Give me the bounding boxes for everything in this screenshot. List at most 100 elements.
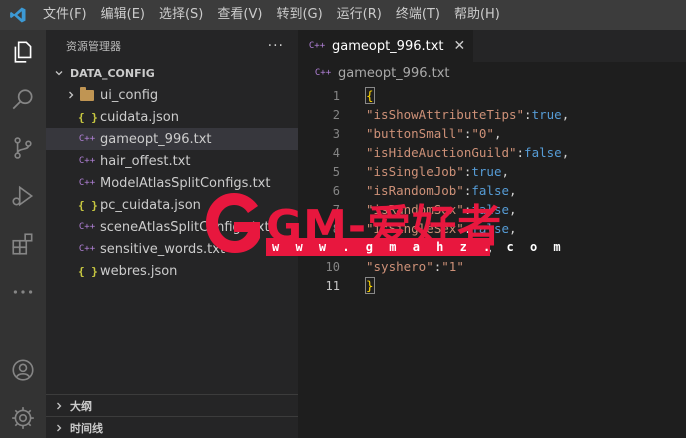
line-number: 1: [332, 88, 340, 103]
code-line[interactable]: 11}: [298, 276, 686, 295]
timeline-section[interactable]: 时间线: [46, 416, 298, 438]
menu-item[interactable]: 终端(T): [389, 0, 447, 30]
search-icon[interactable]: [0, 78, 46, 122]
code-token: ,: [501, 164, 510, 179]
line-number: 2: [332, 107, 340, 122]
line-content: "isSingleJob":true,: [340, 164, 509, 179]
watermark: GM-爱好者 w w w . g m a h z . c o m: [200, 188, 561, 268]
tab-label: gameopt_996.txt: [332, 38, 444, 54]
chevron-right-icon: [64, 88, 78, 102]
code-token: {: [365, 87, 375, 104]
watermark-logo-icon: [206, 193, 260, 253]
code-token: "isHideAuctionGuild": [366, 145, 517, 160]
code-token: true: [471, 164, 502, 179]
cpp-file-icon: C++: [78, 178, 96, 188]
code-line[interactable]: 3 "buttonSmall":"0",: [298, 124, 686, 143]
json-file-icon: { }: [78, 198, 98, 212]
chevron-right-icon: [52, 421, 66, 435]
line-content: }: [340, 277, 375, 294]
code-token: ,: [561, 145, 570, 160]
code-token: false: [524, 145, 562, 160]
code-token: ,: [509, 183, 517, 198]
json-file-icon: { }: [78, 110, 98, 124]
chevron-down-icon: [52, 66, 66, 80]
menu-item[interactable]: 文件(F): [36, 0, 94, 30]
tab-gameopt[interactable]: C++ gameopt_996.txt ✕: [298, 30, 474, 62]
code-token: "buttonSmall": [366, 126, 464, 141]
outline-label: 大纲: [70, 399, 92, 413]
more-actions-icon[interactable]: [0, 270, 46, 314]
code-token: ,: [493, 126, 502, 141]
tree-item-label: cuidata.json: [100, 109, 179, 125]
menu-item[interactable]: 选择(S): [152, 0, 210, 30]
tab-bar: C++ gameopt_996.txt ✕: [298, 30, 686, 62]
tree-item-label: pc_cuidata.json: [100, 197, 201, 213]
timeline-label: 时间线: [70, 421, 103, 435]
menu-bar: 文件(F) 编辑(E) 选择(S) 查看(V) 转到(G) 运行(R) 终端(T) 帮助(H): [0, 0, 686, 30]
code-token: :: [524, 107, 532, 122]
line-content: {: [340, 87, 375, 104]
explorer-title: 资源管理器: [66, 40, 121, 53]
account-icon[interactable]: [0, 348, 46, 392]
menu-item[interactable]: 转到(G): [269, 0, 329, 30]
chevron-right-icon: [52, 399, 66, 413]
line-number: 11: [325, 278, 340, 293]
code-line[interactable]: 4 "isHideAuctionGuild":false,: [298, 143, 686, 162]
code-token: }: [365, 277, 375, 294]
watermark-url: w w w . g m a h z . c o m: [266, 238, 561, 256]
line-content: "isShowAttributeTips":true,: [340, 107, 569, 122]
cpp-file-icon: C++: [78, 222, 96, 232]
code-token: ,: [509, 202, 517, 217]
run-debug-icon[interactable]: [0, 174, 46, 218]
folder-icon: [80, 86, 94, 101]
code-token: ,: [561, 107, 570, 122]
explorer-icon[interactable]: [0, 30, 46, 74]
line-number: 4: [332, 145, 340, 160]
json-file-icon: { }: [78, 264, 98, 278]
activity-bar: [0, 30, 46, 438]
code-token: true: [531, 107, 562, 122]
explorer-more-icon[interactable]: ···: [268, 38, 284, 54]
line-number: 5: [332, 164, 340, 179]
menu-items: 文件(F) 编辑(E) 选择(S) 查看(V) 转到(G) 运行(R) 终端(T) 帮助(H): [36, 0, 507, 30]
cpp-file-icon: C++: [308, 41, 326, 51]
cpp-file-icon: C++: [78, 134, 96, 144]
code-line[interactable]: 2 "isShowAttributeTips":true,: [298, 105, 686, 124]
tree-file[interactable]: { } cuidata.json: [46, 106, 298, 128]
code-line[interactable]: 1{: [298, 86, 686, 105]
code-token: "isShowAttributeTips": [366, 107, 525, 122]
extensions-icon[interactable]: [0, 222, 46, 266]
outline-section[interactable]: 大纲: [46, 394, 298, 416]
settings-gear-icon[interactable]: [0, 396, 46, 438]
code-token: ,: [509, 221, 517, 236]
cpp-file-icon: C++: [78, 156, 96, 166]
folder-label: DATA_CONFIG: [70, 66, 155, 80]
line-content: "buttonSmall":"0",: [340, 126, 501, 141]
tree-item-label: gameopt_996.txt: [100, 131, 212, 147]
tree-folder[interactable]: ui_config: [46, 84, 298, 106]
code-token: :: [516, 145, 525, 160]
source-control-icon[interactable]: [0, 126, 46, 170]
tree-item-label: hair_offest.txt: [100, 153, 191, 169]
code-token: "0": [471, 126, 494, 141]
code-line[interactable]: 5 "isSingleJob":true,: [298, 162, 686, 181]
menu-item[interactable]: 运行(R): [330, 0, 389, 30]
code-token: "isSingleJob": [366, 164, 464, 179]
tree-item-label: ui_config: [100, 87, 159, 103]
line-number: 3: [332, 126, 340, 141]
menu-item[interactable]: 查看(V): [210, 0, 269, 30]
tree-file[interactable]: C++ gameopt_996.txt: [46, 128, 298, 150]
menu-item[interactable]: 编辑(E): [94, 0, 152, 30]
breadcrumb[interactable]: C++ gameopt_996.txt: [298, 62, 686, 84]
line-content: "isHideAuctionGuild":false,: [340, 145, 569, 160]
menu-item[interactable]: 帮助(H): [447, 0, 507, 30]
vscode-logo-icon: [0, 0, 36, 30]
folder-data-config[interactable]: DATA_CONFIG: [46, 62, 298, 84]
cpp-file-icon: C++: [314, 68, 332, 78]
cpp-file-icon: C++: [78, 244, 96, 254]
tree-item-label: webres.json: [100, 263, 178, 279]
tree-file[interactable]: C++ hair_offest.txt: [46, 150, 298, 172]
explorer-header: 资源管理器 ···: [46, 30, 298, 62]
close-icon[interactable]: ✕: [454, 38, 466, 54]
breadcrumb-file: gameopt_996.txt: [338, 65, 450, 81]
